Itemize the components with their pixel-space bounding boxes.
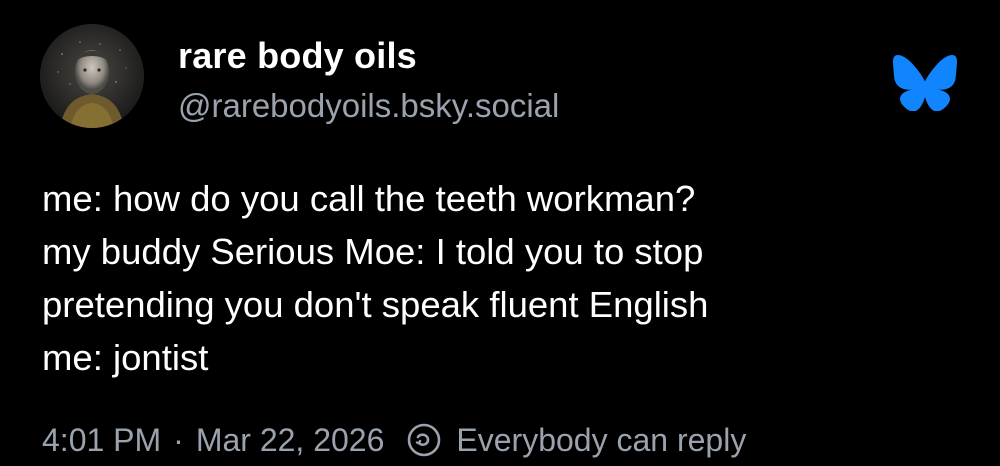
reply-setting-label[interactable]: Everybody can reply xyxy=(456,422,746,459)
post-text-line: me: jontist xyxy=(42,337,209,378)
post-body: me: how do you call the teeth workman? m… xyxy=(42,172,972,384)
post-text-line: my buddy Serious Moe: I told you to stop xyxy=(42,231,704,272)
post-text-line: pretending you don't speak fluent Englis… xyxy=(42,284,709,325)
post-time[interactable]: 4:01 PM xyxy=(42,422,161,459)
author-avatar[interactable] xyxy=(40,24,144,128)
meta-separator: · xyxy=(173,421,184,458)
bluesky-butterfly-icon[interactable] xyxy=(893,55,957,111)
post-text-line: me: how do you call the teeth workman? xyxy=(42,178,696,219)
author-handle[interactable]: @rarebodyoils.bsky.social xyxy=(178,84,559,128)
everybody-can-reply-icon xyxy=(406,422,442,458)
post-meta: 4:01 PM · Mar 22, 2026 Everybody can rep… xyxy=(42,418,746,462)
avatar-image-icon xyxy=(40,24,144,128)
author-display-name[interactable]: rare body oils xyxy=(178,34,417,78)
post-date[interactable]: Mar 22, 2026 xyxy=(196,422,385,459)
post-card: rare body oils @rarebodyoils.bsky.social… xyxy=(0,0,1000,466)
